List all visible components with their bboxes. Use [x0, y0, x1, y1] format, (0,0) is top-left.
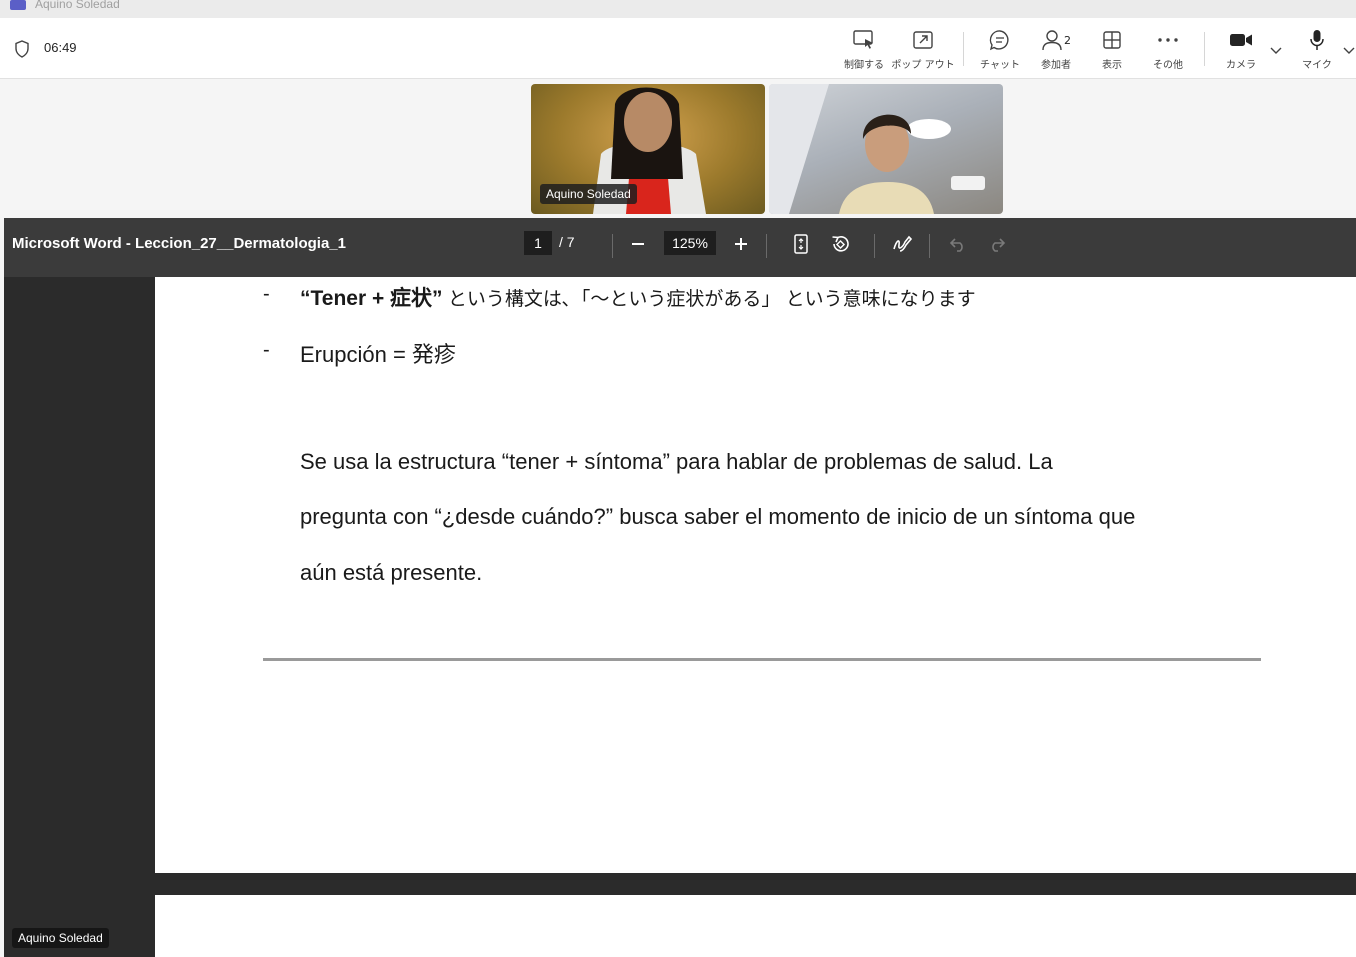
teams-logo-icon — [10, 0, 26, 10]
camera-button[interactable]: カメラ — [1211, 28, 1271, 71]
shield-icon — [14, 40, 30, 62]
window-title: Aquino Soledad — [35, 0, 120, 11]
zoom-out-icon[interactable] — [626, 232, 650, 256]
chat-icon — [989, 28, 1011, 52]
zoom-level[interactable]: 125% — [664, 231, 716, 255]
participant-video-image — [769, 84, 985, 214]
draw-icon[interactable] — [890, 232, 914, 256]
view-button[interactable]: 表示 — [1082, 28, 1142, 71]
control-button[interactable]: 制御する — [834, 28, 894, 71]
toolbar-divider — [612, 234, 613, 258]
bullet-bold-text: “Tener + 症状” — [300, 287, 443, 310]
popout-icon — [912, 28, 934, 52]
toolbar-divider — [929, 234, 930, 258]
mic-button[interactable]: マイク — [1287, 28, 1347, 71]
horizontal-rule — [263, 658, 1261, 661]
bullet-text: Erupción = 発疹 — [300, 342, 456, 367]
popout-button[interactable]: ポップ アウト — [891, 28, 955, 71]
people-label: 参加者 — [1041, 60, 1071, 71]
chat-label: チャット — [980, 60, 1020, 71]
popout-label: ポップ アウト — [891, 60, 955, 71]
window-titlebar: Aquino Soledad — [0, 0, 1356, 18]
paragraph-line: aún está presente. — [300, 560, 483, 585]
zoom-in-icon[interactable] — [729, 232, 753, 256]
toolbar-divider — [874, 234, 875, 258]
take-control-icon — [852, 28, 876, 52]
presenter-name-chip: Aquino Soledad — [12, 928, 109, 948]
more-button[interactable]: その他 — [1138, 28, 1198, 71]
pdf-page-next — [155, 895, 1356, 957]
bullet-marker: - — [263, 339, 270, 361]
mic-label: マイク — [1302, 60, 1332, 71]
bullet-marker: - — [263, 283, 270, 305]
page-total: / 7 — [559, 234, 575, 250]
toolbar-divider — [963, 32, 964, 66]
more-icon — [1157, 28, 1179, 52]
fit-page-icon[interactable] — [789, 232, 813, 256]
bullet-text: という構文は､「〜という症状がある」 という意味になります — [442, 289, 976, 310]
pdf-page: - “Tener + 症状” という構文は､「〜という症状がある」 という意味に… — [155, 277, 1356, 873]
toolbar-divider — [1204, 32, 1205, 66]
bullet-line: Erupción = 発疹 — [300, 337, 456, 369]
meeting-toolbar: 06:49 制御する ポップ アウト チャット 2 参加者 表示 その他 カメラ… — [0, 18, 1356, 79]
people-button[interactable]: 2 参加者 — [1026, 28, 1086, 71]
document-title: Microsoft Word - Leccion_27__Dermatologi… — [12, 235, 346, 252]
rotate-icon[interactable] — [828, 232, 852, 256]
meeting-timer: 06:49 — [44, 40, 77, 55]
mic-options-chevron-icon[interactable] — [1343, 40, 1355, 59]
redo-icon[interactable] — [985, 232, 1009, 256]
camera-options-chevron-icon[interactable] — [1270, 40, 1282, 59]
bullet-line: “Tener + 症状” という構文は､「〜という症状がある」 という意味になり… — [300, 282, 976, 312]
undo-icon[interactable] — [946, 232, 970, 256]
camera-label: カメラ — [1226, 60, 1256, 71]
people-icon: 2 — [1041, 28, 1071, 52]
page-number-input[interactable]: 1 — [524, 231, 552, 255]
shared-screen: Microsoft Word - Leccion_27__Dermatologi… — [4, 218, 1356, 957]
grid-view-icon — [1102, 28, 1122, 52]
participant-name-chip: Aquino Soledad — [540, 184, 637, 204]
more-label: その他 — [1153, 60, 1183, 71]
people-count: 2 — [1064, 33, 1071, 47]
participant-video-tile[interactable] — [769, 84, 1003, 214]
view-label: 表示 — [1102, 60, 1122, 71]
chat-button[interactable]: チャット — [970, 28, 1030, 71]
paragraph-line: Se usa la estructura “tener + síntoma” p… — [300, 449, 1053, 474]
control-label: 制御する — [844, 60, 884, 71]
paragraph-line: pregunta con “¿desde cuándo?” busca sabe… — [300, 504, 1136, 529]
toolbar-divider — [766, 234, 767, 258]
pdf-viewer-toolbar: Microsoft Word - Leccion_27__Dermatologi… — [4, 218, 1356, 277]
microphone-icon — [1309, 28, 1325, 52]
camera-icon — [1229, 28, 1253, 52]
